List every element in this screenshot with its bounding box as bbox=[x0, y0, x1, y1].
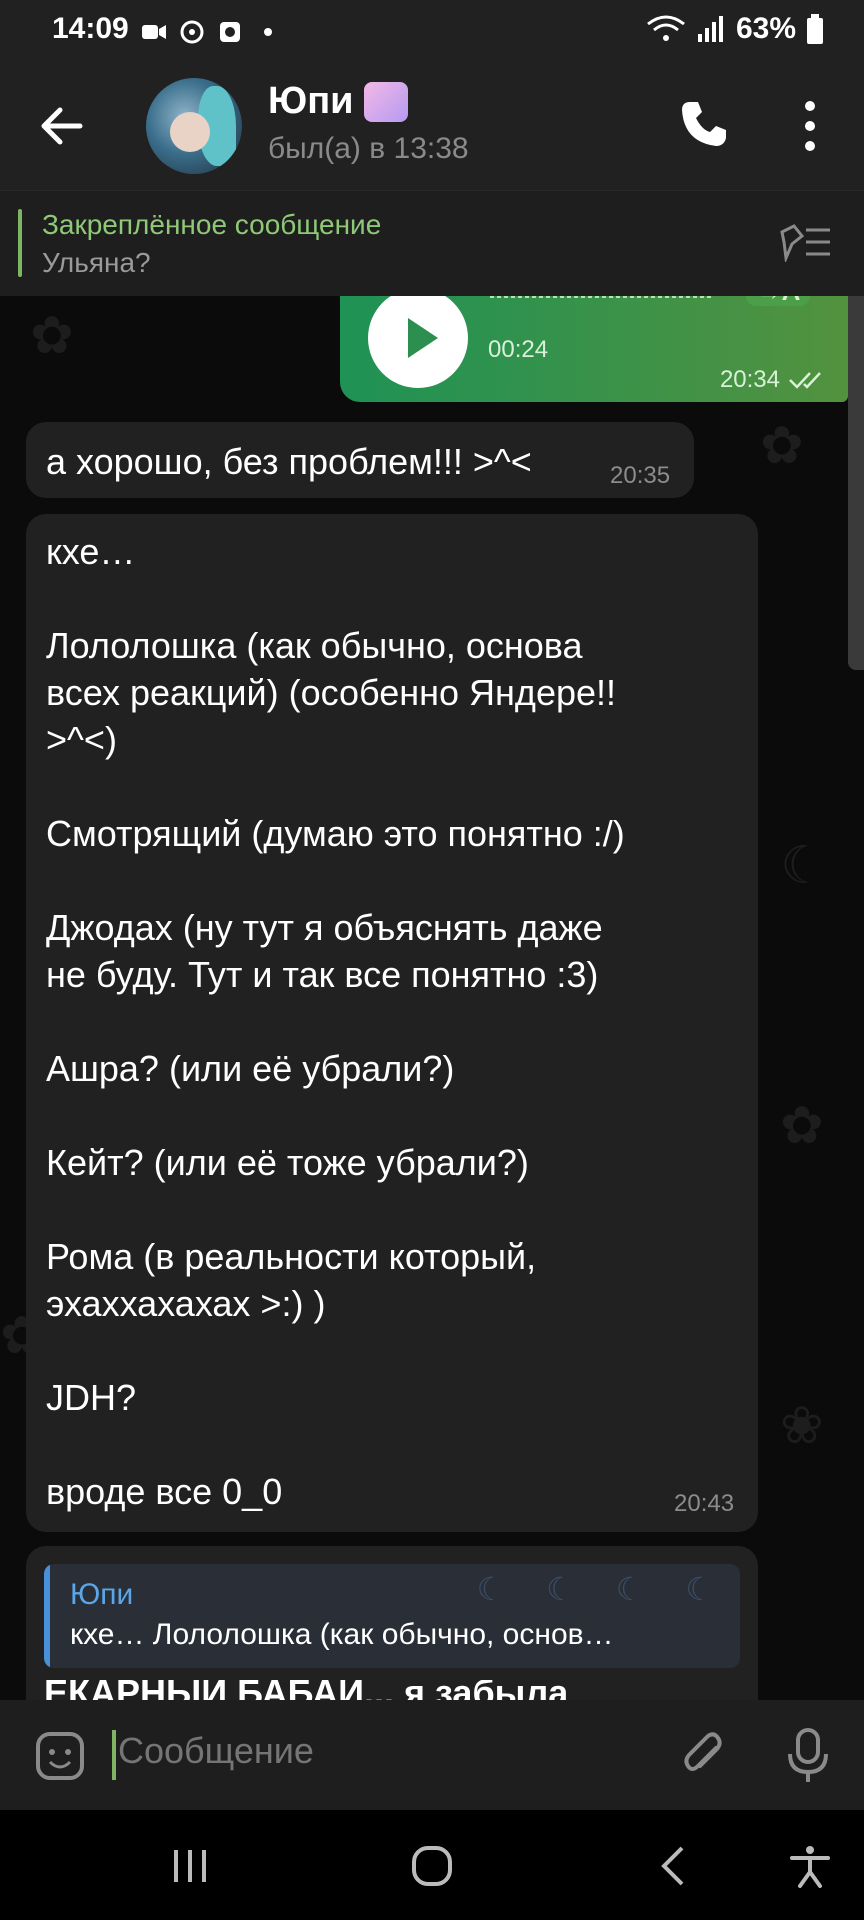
play-button[interactable] bbox=[368, 296, 468, 388]
doodle-icon: ❀ bbox=[780, 1397, 824, 1455]
phone-icon[interactable] bbox=[676, 96, 732, 152]
pinned-message-bar[interactable]: Закреплённое сообщение Ульяна? bbox=[0, 190, 864, 297]
pinned-title: Закреплённое сообщение bbox=[42, 209, 382, 240]
double-check-icon bbox=[789, 372, 821, 389]
message-input[interactable] bbox=[118, 1730, 618, 1772]
back-arrow-icon[interactable] bbox=[36, 100, 88, 152]
back-nav-icon[interactable] bbox=[650, 1842, 698, 1890]
battery-icon bbox=[807, 14, 823, 44]
partial-message-text: ЕКАРНЫЙ БАБАЙ... я забыла bbox=[44, 1680, 568, 1700]
scrollbar[interactable] bbox=[848, 296, 864, 670]
status-time: 14:09 bbox=[52, 12, 129, 45]
status-right: 63% bbox=[646, 12, 824, 46]
status-bar: 14:09 63% bbox=[0, 0, 864, 62]
voice-waveform[interactable] bbox=[490, 296, 730, 316]
last-seen: был(а) в 13:38 bbox=[268, 132, 469, 165]
doodle-icon: ✿ bbox=[780, 1097, 824, 1155]
reply-text: кхе… Лололошка (как обычно, основ… bbox=[70, 1618, 614, 1651]
avatar-face bbox=[170, 112, 210, 152]
doodle-icon: ✿ bbox=[760, 417, 804, 475]
microphone-icon[interactable] bbox=[786, 1728, 830, 1784]
contact-name[interactable]: Юпи bbox=[268, 80, 408, 123]
wifi-icon bbox=[647, 15, 685, 41]
message-composer bbox=[0, 1700, 864, 1810]
voice-message-bubble[interactable]: →A 00:24 20:34 bbox=[340, 296, 848, 402]
home-icon[interactable] bbox=[408, 1842, 456, 1890]
message-text: кхе… Лололошка (как обычно, основа всех … bbox=[46, 531, 625, 1512]
dot-icon bbox=[264, 28, 272, 36]
status-icons bbox=[140, 18, 282, 46]
chat-area[interactable]: ✿ ✿ ☾ ✿ ❀ ✿ →A 00:24 20:34 а хорошо, без… bbox=[0, 296, 864, 1700]
sync-icon bbox=[180, 20, 204, 44]
paperclip-icon[interactable] bbox=[678, 1730, 730, 1782]
accessibility-icon[interactable] bbox=[786, 1842, 834, 1890]
video-icon bbox=[142, 25, 166, 39]
text-cursor bbox=[112, 1730, 116, 1780]
recents-icon[interactable] bbox=[166, 1842, 214, 1890]
doodle-icon: ✿ bbox=[30, 307, 74, 365]
message-text: а хорошо, без проблем!!! >^< bbox=[46, 441, 532, 482]
app-icon bbox=[220, 22, 240, 42]
signal-icon bbox=[697, 16, 723, 42]
contact-name-text: Юпи bbox=[268, 80, 354, 122]
reply-name: Юпи bbox=[70, 1578, 134, 1611]
doodle-icon: ☾ bbox=[780, 837, 827, 895]
incoming-message[interactable]: кхе… Лололошка (как обычно, основа всех … bbox=[26, 514, 758, 1532]
pin-list-icon[interactable] bbox=[778, 222, 834, 262]
chat-header: Юпи был(а) в 13:38 bbox=[0, 62, 864, 190]
emoji-sticker-icon[interactable] bbox=[34, 1730, 86, 1782]
more-vert-icon[interactable] bbox=[790, 96, 830, 156]
message-time: 20:43 bbox=[674, 1490, 735, 1517]
message-time: 20:34 bbox=[720, 366, 828, 394]
battery-percent: 63% bbox=[735, 12, 796, 45]
system-nav-bar bbox=[0, 1810, 864, 1920]
pinned-accent-bar bbox=[18, 209, 22, 277]
reply-preview[interactable]: ☾ ☾ ☾ ☾ Юпи кхе… Лололошка (как обычно, … bbox=[44, 1564, 740, 1668]
pinned-text: Ульяна? bbox=[42, 247, 151, 278]
moon-pattern-icon: ☾ ☾ ☾ ☾ bbox=[476, 1571, 730, 1607]
reply-accent-bar bbox=[44, 1564, 50, 1668]
avatar[interactable] bbox=[146, 78, 242, 174]
message-time-text: 20:34 bbox=[719, 366, 780, 393]
voice-duration: 00:24 bbox=[488, 336, 549, 363]
message-time: 20:35 bbox=[610, 462, 671, 489]
premium-emoji-icon bbox=[363, 81, 408, 122]
partial-message-clip: ЕКАРНЫЙ БАБАЙ... я забыла bbox=[26, 1680, 758, 1700]
transcribe-button[interactable]: →A bbox=[746, 296, 810, 306]
incoming-message[interactable]: а хорошо, без проблем!!! >^< 20:35 bbox=[26, 422, 694, 498]
